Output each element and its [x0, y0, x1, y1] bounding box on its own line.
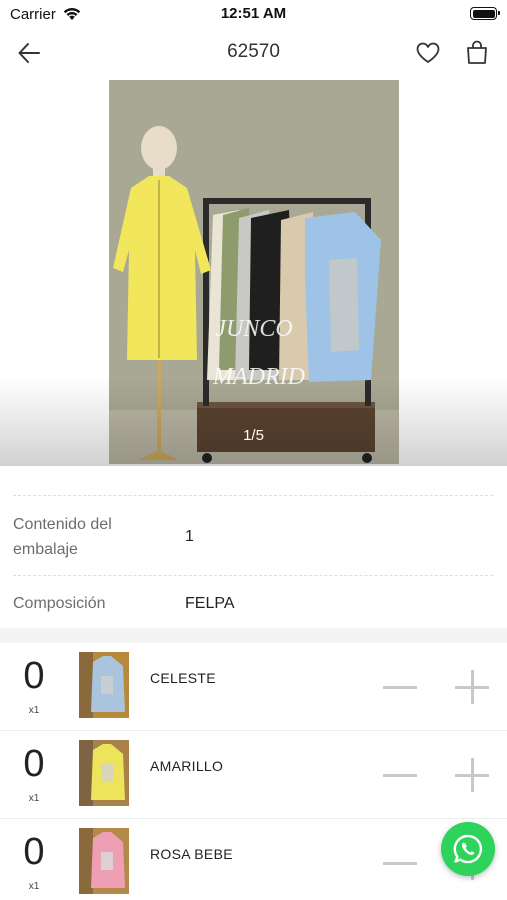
battery-icon — [470, 7, 500, 20]
product-photo-image: JUNCO MADRID — [109, 80, 399, 464]
spec-label-composition: Composición — [13, 595, 106, 612]
decrease-quantity-button[interactable] — [383, 758, 417, 792]
variant-row-rosa-bebe: 0 x1 ROSA BEBE — [0, 819, 507, 900]
spec-value-composition: FELPA — [185, 595, 235, 612]
variant-name: AMARILLO — [150, 758, 224, 774]
spec-value-packaging: 1 — [185, 528, 194, 545]
variant-name: CELESTE — [150, 670, 216, 686]
quantity-value: 0 — [23, 743, 45, 785]
variant-row-amarillo: 0 x1 AMARILLO — [0, 731, 507, 819]
variant-name: ROSA BEBE — [150, 846, 233, 862]
quantity-multiplier: x1 — [28, 881, 40, 892]
divider — [13, 495, 493, 496]
variant-thumbnail[interactable] — [79, 652, 129, 718]
product-photo[interactable]: JUNCO MADRID — [109, 80, 399, 464]
variant-thumbnail[interactable] — [79, 740, 129, 806]
nav-bar: 62570 — [0, 28, 507, 78]
watermark-line1: JUNCO — [215, 316, 292, 342]
status-bar: Carrier 12:51 AM — [0, 0, 507, 28]
divider — [13, 575, 493, 576]
variant-row-celeste: 0 x1 CELESTE — [0, 643, 507, 731]
watermark-line2: MADRID — [212, 364, 305, 390]
clock: 12:51 AM — [220, 5, 287, 22]
quantity-multiplier: x1 — [28, 705, 40, 716]
quantity-value: 0 — [23, 655, 45, 697]
heart-icon[interactable] — [415, 40, 441, 66]
shopping-bag-icon[interactable] — [465, 39, 489, 65]
increase-quantity-button[interactable] — [455, 758, 489, 792]
whatsapp-icon — [453, 834, 483, 864]
gallery-page-indicator: 1/5 — [243, 427, 264, 444]
decrease-quantity-button[interactable] — [383, 846, 417, 880]
product-gallery[interactable]: JUNCO MADRID 1/5 — [0, 78, 507, 466]
quantity-multiplier: x1 — [28, 793, 40, 804]
spec-label-packaging: Contenido del embalaje — [13, 516, 112, 558]
quantity-value: 0 — [23, 831, 45, 873]
whatsapp-button[interactable] — [441, 822, 495, 876]
variant-thumbnail[interactable] — [79, 828, 129, 894]
increase-quantity-button[interactable] — [455, 670, 489, 704]
decrease-quantity-button[interactable] — [383, 670, 417, 704]
section-separator — [0, 628, 507, 643]
